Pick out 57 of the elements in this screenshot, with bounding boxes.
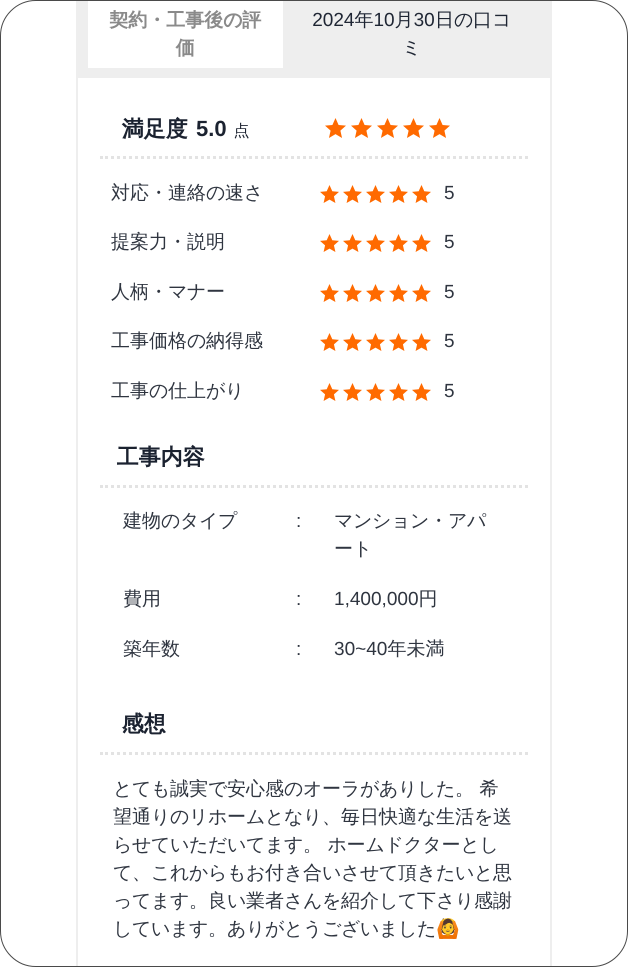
rating-label: 対応・連絡の速さ (111, 182, 264, 206)
star-icon (389, 184, 408, 203)
rating-label: 人柄・マナー (111, 280, 226, 304)
section-heading: 感想 (122, 710, 166, 738)
rating-label: 提案力・説明 (111, 230, 226, 255)
star-icon (412, 234, 431, 252)
detail-separator: : (296, 588, 302, 610)
star-icon (366, 284, 385, 302)
star-icon (343, 284, 362, 302)
satisfaction-unit: 点 (234, 122, 250, 142)
star-icon (389, 234, 408, 252)
section-heading: 工事内容 (117, 443, 205, 471)
detail-value: マンション・アパート (334, 510, 486, 560)
detail-label: 費用 (123, 588, 161, 610)
detail-value: 1,400,000円 (334, 588, 438, 610)
star-icon (366, 333, 385, 352)
rating-score: 5 (444, 330, 455, 354)
star-icon (412, 382, 431, 401)
star-icon (320, 333, 339, 352)
rating-score: 5 (444, 182, 455, 206)
header-title: 2024年10月30日の口コミ (312, 10, 511, 58)
detail-label: 築年数 (123, 638, 180, 660)
detail-label: 建物のタイプ (123, 510, 237, 532)
satisfaction-label: 満足度 (122, 114, 188, 142)
satisfaction-score: 5.0 (196, 114, 227, 142)
star-icon (403, 118, 424, 138)
star-icon (412, 333, 431, 352)
rating-score: 5 (444, 380, 455, 404)
star-icon (320, 382, 339, 401)
star-icon (389, 382, 408, 401)
star-icon (343, 184, 362, 203)
star-icon (389, 333, 408, 352)
rating-score: 5 (444, 280, 455, 304)
star-icon (366, 234, 385, 252)
star-icon (325, 118, 346, 138)
star-icon (389, 284, 408, 302)
star-icon (320, 284, 339, 302)
star-icon (429, 118, 450, 138)
star-icon (343, 333, 362, 352)
review-text: とても誠実で安心感のオーラがありした。 希望通りのリホームとなり、毎日快適な生活を送らせていただいてます。 ホームドクターとして、これからもお付き合いさせて頂きたいと思ってます。良い業者さんを紹介して下さり感謝しています。ありがとうございました🙆 (113, 778, 513, 942)
header-label: 契約・工事後の評価 (88, 1, 283, 68)
star-icon (351, 118, 372, 138)
star-icon (412, 284, 431, 302)
star-icon (377, 118, 398, 138)
star-icon (366, 382, 385, 401)
detail-value: 30~40年未満 (334, 638, 444, 660)
star-icon (366, 184, 385, 203)
star-icon (320, 234, 339, 252)
star-icon (343, 234, 362, 252)
detail-separator: : (296, 638, 302, 660)
rating-score: 5 (444, 231, 455, 255)
star-icon (412, 184, 431, 203)
rating-label: 工事の仕上がり (111, 380, 245, 404)
detail-separator: : (296, 510, 302, 532)
star-icon (320, 184, 339, 203)
star-icon (343, 382, 362, 401)
rating-label: 工事価格の納得感 (111, 330, 264, 354)
